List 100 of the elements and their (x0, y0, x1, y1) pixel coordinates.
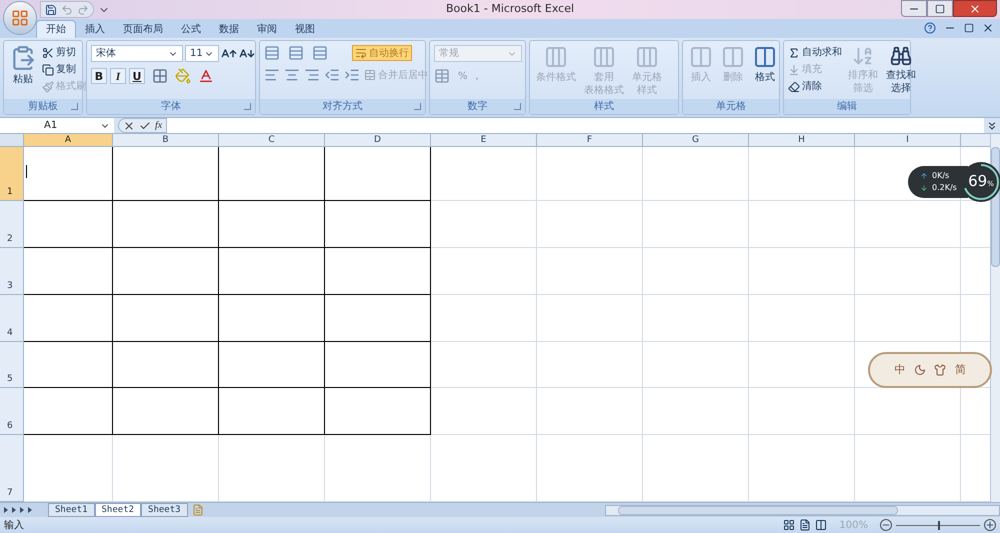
table-cell[interactable] (219, 147, 325, 201)
ribbon-tab[interactable]: 公式 (172, 20, 210, 38)
ribbon-button[interactable]: 剪切 (42, 45, 86, 60)
dialog-launcher-icon[interactable] (414, 103, 421, 110)
row-header[interactable]: 7 (0, 435, 24, 502)
table-cell[interactable] (325, 147, 431, 201)
moon-icon[interactable] (914, 364, 926, 376)
column-header[interactable]: H (749, 134, 855, 146)
zoom-in-icon[interactable] (984, 519, 996, 531)
table-cell[interactable] (24, 295, 113, 342)
column-header[interactable]: C (219, 134, 325, 146)
table-cell[interactable] (219, 201, 325, 248)
select-all-corner[interactable] (0, 134, 24, 146)
dialog-launcher-icon[interactable] (514, 103, 521, 110)
cancel-icon[interactable] (123, 120, 135, 132)
vertical-align-icon[interactable] (288, 45, 304, 61)
sheet-tab[interactable]: Sheet1 (48, 503, 95, 517)
column-header[interactable]: I (855, 134, 961, 146)
column-header[interactable]: E (431, 134, 537, 146)
table-cell[interactable] (325, 342, 431, 388)
table-cell[interactable] (24, 388, 113, 435)
currency-icon[interactable] (434, 68, 450, 84)
input-method-toast[interactable]: 中 简 (868, 352, 992, 388)
ime-mode-button[interactable]: 中 (894, 362, 906, 378)
table-cell[interactable] (113, 248, 219, 295)
table-cell[interactable] (219, 342, 325, 388)
ribbon-tab[interactable]: 页面布局 (114, 20, 172, 38)
row-header[interactable]: 4 (0, 295, 24, 342)
table-cell[interactable] (219, 295, 325, 342)
table-cell[interactable] (219, 248, 325, 295)
table-cell[interactable] (219, 388, 325, 435)
sheet-tab[interactable]: Sheet2 (94, 503, 142, 517)
table-cell[interactable] (113, 201, 219, 248)
table-cell[interactable] (325, 201, 431, 248)
table-cell[interactable] (24, 248, 113, 295)
normal-view-icon[interactable] (783, 519, 796, 531)
table-cell[interactable] (113, 388, 219, 435)
undo-icon[interactable] (61, 4, 73, 16)
save-icon[interactable] (45, 4, 57, 16)
close-icon[interactable] (982, 22, 994, 34)
zoom-out-icon[interactable] (880, 519, 892, 531)
ribbon-tab[interactable]: 数据 (210, 20, 248, 38)
row-header[interactable]: 6 (0, 388, 24, 435)
ribbon-tab[interactable]: 审阅 (248, 20, 286, 38)
table-cell[interactable] (325, 388, 431, 435)
table-cell[interactable] (24, 342, 113, 388)
font-color-icon[interactable] (198, 68, 214, 84)
page-layout-icon[interactable] (799, 519, 812, 531)
table-cell[interactable] (325, 295, 431, 342)
font-size-field[interactable]: 11 (185, 45, 219, 62)
name-box[interactable]: A1 (0, 118, 114, 133)
formula-field[interactable] (167, 118, 984, 133)
outdent-icon[interactable] (324, 67, 340, 83)
ribbon-button[interactable]: 复制 (42, 62, 86, 77)
font-name-field[interactable]: 宋体 (91, 45, 183, 62)
vertical-align-icon[interactable] (312, 45, 328, 61)
ribbon-tab[interactable]: 视图 (286, 20, 324, 38)
insert-function-button[interactable]: fx (155, 118, 162, 133)
row-header[interactable]: 5 (0, 342, 24, 388)
ribbon-button[interactable]: 自动求和 (788, 45, 842, 60)
enter-icon[interactable] (139, 120, 151, 132)
insert-sheet-icon[interactable] (192, 504, 204, 516)
table-cell[interactable] (113, 147, 219, 201)
ribbon-tab[interactable]: 开始 (36, 20, 76, 38)
ribbon-button[interactable]: 粘贴 (8, 45, 38, 86)
column-header[interactable]: G (643, 134, 749, 146)
sheet-tab[interactable]: Sheet3 (141, 503, 188, 517)
borders-icon[interactable] (152, 68, 168, 84)
align-right-icon[interactable] (304, 67, 320, 83)
align-left-icon[interactable] (264, 67, 280, 83)
redo-icon[interactable] (77, 4, 89, 16)
horizontal-scrollbar[interactable] (605, 504, 1000, 516)
ribbon-tab[interactable]: 插入 (76, 20, 114, 38)
close-button[interactable] (953, 0, 997, 17)
column-header[interactable]: F (537, 134, 643, 146)
column-header[interactable]: D (325, 134, 431, 146)
maximize-icon[interactable] (935, 4, 945, 14)
align-center-icon[interactable] (284, 67, 300, 83)
fill-color-icon[interactable] (175, 68, 191, 84)
ribbon-button[interactable]: 格式 (751, 45, 779, 84)
row-header[interactable]: 3 (0, 248, 24, 295)
help-icon[interactable] (924, 22, 936, 34)
ribbon-button[interactable]: 查找和 选择 (884, 45, 918, 95)
table-cell[interactable] (325, 248, 431, 295)
row-header[interactable]: 1 (0, 147, 24, 201)
font-style-button[interactable]: U (129, 68, 145, 84)
dialog-launcher-icon[interactable] (71, 103, 78, 110)
table-cell[interactable] (24, 147, 113, 201)
table-cell[interactable] (113, 295, 219, 342)
column-header[interactable]: A (24, 134, 113, 146)
table-cell[interactable] (113, 342, 219, 388)
font-style-button[interactable]: I (110, 68, 126, 84)
ime-charset-button[interactable]: 简 (954, 362, 966, 378)
restore-icon[interactable] (964, 23, 974, 33)
dialog-launcher-icon[interactable] (244, 103, 251, 110)
indent-icon[interactable] (344, 67, 360, 83)
expand-icon[interactable] (986, 120, 998, 132)
vertical-align-icon[interactable] (264, 45, 280, 61)
office-button[interactable] (3, 1, 37, 35)
font-style-button[interactable]: B (91, 68, 107, 84)
